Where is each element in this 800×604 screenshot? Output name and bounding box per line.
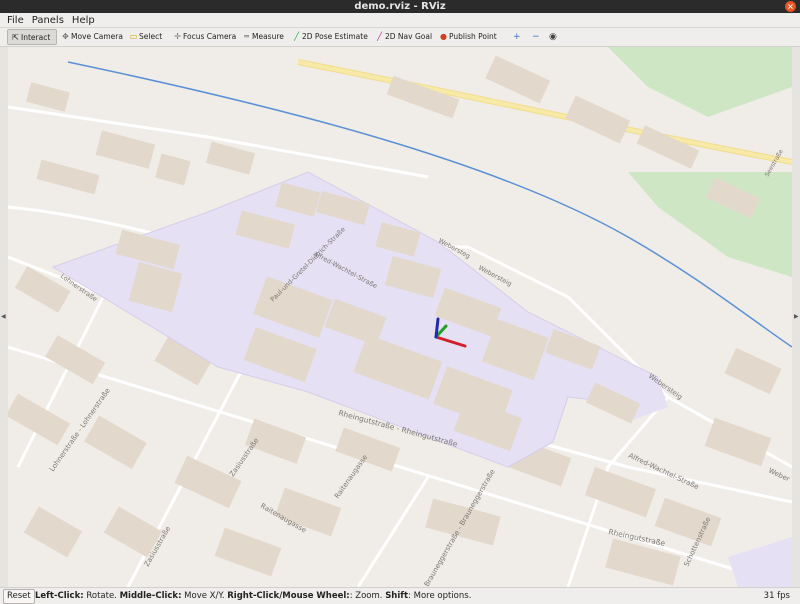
tool-select-label: Select xyxy=(139,32,163,41)
select-icon: ▭ xyxy=(129,32,138,41)
z-axis xyxy=(434,317,440,339)
remove-tool-button[interactable]: − xyxy=(532,31,540,43)
tool-measure-label: Measure xyxy=(252,32,284,41)
menu-help[interactable]: Help xyxy=(68,14,99,28)
publish-point-icon: ● xyxy=(440,32,447,41)
tool-publish-point-label: Publish Point xyxy=(449,32,497,41)
hint-right-click-action: : Zoom. xyxy=(349,591,386,601)
window-title-bar: demo.rviz - RViz × xyxy=(0,0,800,13)
hint-shift: Shift xyxy=(385,591,409,601)
hint-left-click-action: Rotate. xyxy=(83,591,120,601)
measure-icon: ═ xyxy=(244,32,249,41)
pose-estimate-icon: ╱ xyxy=(294,32,299,41)
fps-counter: 31 fps xyxy=(763,591,790,601)
tool-interact-label: Interact xyxy=(21,33,51,42)
status-bar: Reset Left-Click: Rotate. Middle-Click: … xyxy=(0,587,800,604)
tool-focus-camera[interactable]: ✛ Focus Camera xyxy=(170,29,239,45)
tool-focus-camera-label: Focus Camera xyxy=(183,32,237,41)
interact-icon: ⇱ xyxy=(12,33,19,42)
right-dock-handle[interactable]: ▶ xyxy=(792,47,800,587)
tool-interact[interactable]: ⇱ Interact xyxy=(7,29,57,45)
collapse-right-icon: ▶ xyxy=(794,313,799,320)
nav-goal-icon: ╱ xyxy=(377,32,382,41)
tool-2d-nav-goal-label: 2D Nav Goal xyxy=(385,32,433,41)
add-tool-button[interactable]: + xyxy=(513,31,521,43)
menu-panels[interactable]: Panels xyxy=(28,14,68,28)
render-viewport[interactable]: Alfred-Wachtel-Straße Paul-und-Gretel-Di… xyxy=(8,47,792,587)
focus-camera-icon: ✛ xyxy=(174,32,181,41)
tool-2d-nav-goal[interactable]: ╱ 2D Nav Goal xyxy=(372,29,435,45)
hint-middle-click-action: Move X/Y. xyxy=(181,591,228,601)
move-camera-icon: ✥ xyxy=(62,32,69,41)
hint-left-click: Left-Click: xyxy=(35,591,84,601)
tool-2d-pose-estimate[interactable]: ╱ 2D Pose Estimate xyxy=(289,29,371,45)
window-title: demo.rviz - RViz xyxy=(354,1,446,12)
tool-2d-pose-estimate-label: 2D Pose Estimate xyxy=(302,32,368,41)
menu-bar: File Panels Help xyxy=(0,13,800,28)
tool-publish-point[interactable]: ● Publish Point xyxy=(436,29,500,45)
reset-button[interactable]: Reset xyxy=(3,589,35,604)
tool-move-camera[interactable]: ✥ Move Camera xyxy=(58,29,126,45)
tools-toolbar: ⇱ Interact ✥ Move Camera ▭ Select ✛ Focus Ca… xyxy=(0,28,800,47)
collapse-left-icon: ◀ xyxy=(1,313,6,320)
hint-shift-action: : More options. xyxy=(408,591,472,601)
close-icon[interactable]: × xyxy=(785,1,796,12)
tool-measure[interactable]: ═ Measure xyxy=(239,29,287,45)
hint-right-click: Right-Click/Mouse Wheel: xyxy=(227,591,350,601)
menu-file[interactable]: File xyxy=(3,14,28,28)
tool-select[interactable]: ▭ Select xyxy=(126,29,165,45)
mouse-hint: Left-Click: Rotate. Middle-Click: Move X… xyxy=(35,588,471,604)
view-options-button[interactable]: ◉ xyxy=(549,31,557,43)
left-dock-handle[interactable]: ◀ xyxy=(0,47,8,587)
hint-middle-click: Middle-Click: xyxy=(119,591,182,601)
tool-move-camera-label: Move Camera xyxy=(71,32,123,41)
map-render: Alfred-Wachtel-Straße Paul-und-Gretel-Di… xyxy=(8,47,792,587)
